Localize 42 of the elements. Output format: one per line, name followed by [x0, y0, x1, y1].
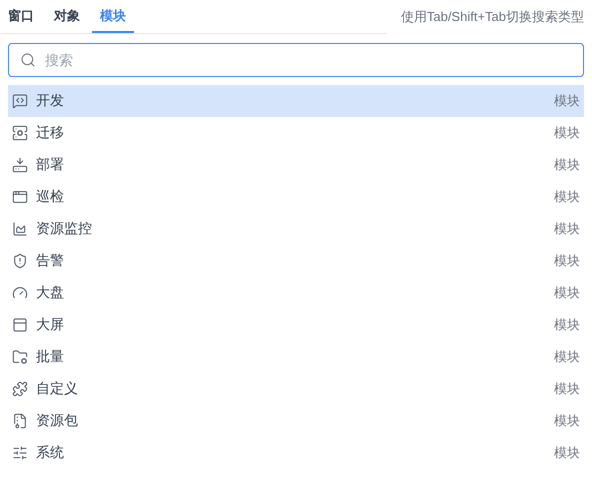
- item-type: 模块: [554, 284, 580, 302]
- item-name: 大屏: [36, 315, 65, 334]
- item-type: 模块: [554, 252, 580, 270]
- file-icon: [12, 412, 28, 428]
- item-type: 模块: [554, 444, 580, 462]
- item-name: 批量: [36, 347, 65, 366]
- chart-icon: [12, 220, 28, 236]
- item-name: 自定义: [36, 379, 79, 398]
- item-type: 模块: [554, 92, 580, 110]
- item-type: 模块: [554, 348, 580, 366]
- search-field[interactable]: 搜索: [8, 42, 584, 76]
- folder-gear-icon: [12, 348, 28, 364]
- search-type-hint: 使用Tab/Shift+Tab切换搜索类型: [400, 8, 584, 26]
- screen-icon: [12, 316, 28, 332]
- item-name: 迁移: [36, 123, 65, 142]
- item-name: 部署: [36, 155, 65, 174]
- item-type: 模块: [554, 124, 580, 142]
- sliders-icon: [12, 444, 28, 460]
- shield-alert-icon: [12, 252, 28, 268]
- search-icon: [20, 52, 36, 68]
- gauge-icon: [12, 284, 28, 300]
- item-name: 系统: [36, 443, 65, 462]
- download-drive-icon: [12, 156, 28, 172]
- item-type: 模块: [554, 380, 580, 398]
- item-type: 模块: [554, 188, 580, 206]
- item-name: 资源监控: [36, 219, 93, 238]
- item-type: 模块: [554, 220, 580, 238]
- result-item[interactable]: 开发 模块: [8, 84, 584, 116]
- tab[interactable]: 对象: [54, 0, 80, 32]
- item-name: 资源包: [36, 411, 79, 430]
- item-name: 告警: [36, 251, 65, 270]
- tab[interactable]: 模块: [92, 0, 134, 32]
- item-type: 模块: [554, 412, 580, 430]
- item-name: 大盘: [36, 283, 65, 302]
- window-icon: [12, 188, 28, 204]
- tab[interactable]: 窗口: [8, 0, 34, 32]
- puzzle-icon: [12, 380, 28, 396]
- item-name: 巡检: [36, 187, 65, 206]
- code-message-icon: [12, 92, 28, 108]
- item-type: 模块: [554, 156, 580, 174]
- item-type: 模块: [554, 316, 580, 334]
- item-name: 开发: [36, 91, 65, 110]
